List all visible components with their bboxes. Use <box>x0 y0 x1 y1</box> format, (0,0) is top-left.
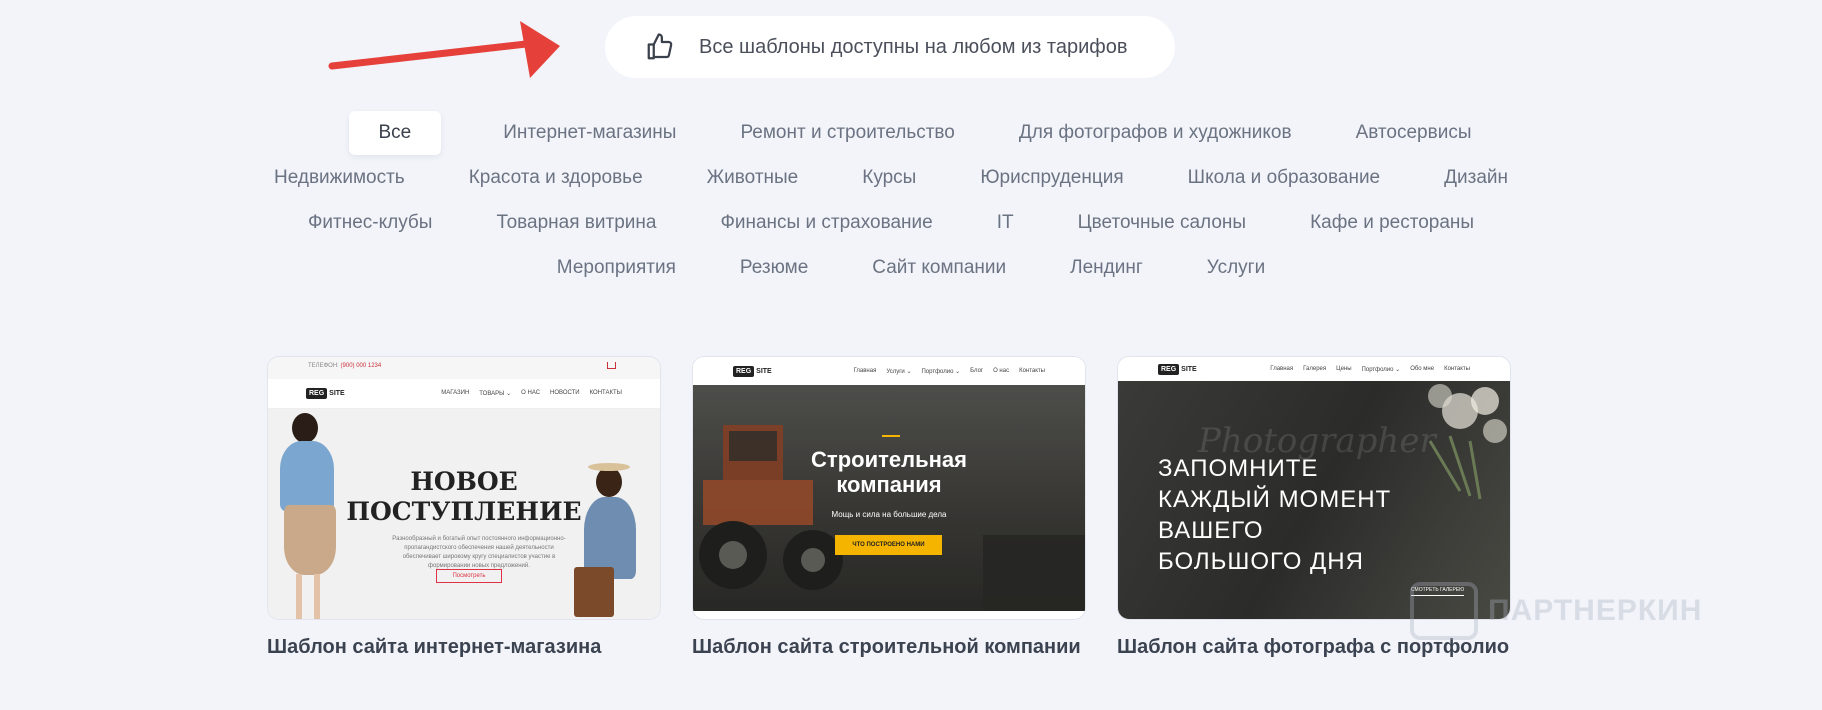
template-preview[interactable]: REG SITE Главная Галерея Цены Портфолио ⌄… <box>1117 356 1511 620</box>
template-preview[interactable]: ТЕЛЕФОН: (900) 000 1234 REG SITE МАГАЗИН … <box>267 356 661 620</box>
filter-events[interactable]: Мероприятия <box>555 257 678 279</box>
filter-company[interactable]: Сайт компании <box>870 257 1008 279</box>
preview-heading: НОВОЕ ПОСТУПЛЕНИЕ <box>346 467 582 526</box>
filter-finance[interactable]: Финансы и страхование <box>718 212 934 234</box>
template-cards: ТЕЛЕФОН: (900) 000 1234 REG SITE МАГАЗИН … <box>267 356 1511 659</box>
template-card-shop[interactable]: ТЕЛЕФОН: (900) 000 1234 REG SITE МАГАЗИН … <box>267 356 661 659</box>
filter-education[interactable]: Школа и образование <box>1186 167 1382 189</box>
filter-law[interactable]: Юриспруденция <box>978 167 1125 189</box>
template-card-construction[interactable]: REG SITE Главная Услуги ⌄ Портфолио ⌄ Бло… <box>692 356 1086 659</box>
watermark: ПАРТНЕРКИН <box>1410 582 1702 640</box>
filter-showcase[interactable]: Товарная витрина <box>494 212 658 234</box>
category-filters: Все Интернет-магазины Ремонт и строитель… <box>0 110 1822 290</box>
preview-menu: МАГАЗИН ТОВАРЫ ⌄ О НАС НОВОСТИ КОНТАКТЫ <box>441 390 622 397</box>
preview-phone: (900) 000 1234 <box>340 363 382 369</box>
filter-fitness[interactable]: Фитнес-клубы <box>306 212 435 234</box>
card-title[interactable]: Шаблон сайта интернет-магазина <box>267 636 661 659</box>
filter-all[interactable]: Все <box>348 110 442 155</box>
filter-realty[interactable]: Недвижимость <box>272 167 407 189</box>
filter-auto[interactable]: Автосервисы <box>1354 122 1474 144</box>
filter-animals[interactable]: Животные <box>705 167 801 189</box>
preview-button: Посмотреть <box>436 569 502 583</box>
thumbs-up-icon <box>645 32 675 62</box>
filter-row: Недвижимость Красота и здоровье Животные… <box>0 155 1822 200</box>
watermark-logo-icon <box>1410 582 1478 640</box>
preview-heading: Строительная компания <box>811 447 967 497</box>
filter-row: Мероприятия Резюме Сайт компании Лендинг… <box>0 245 1822 290</box>
preview-nav: REG SITE Главная Услуги ⌄ Портфолио ⌄ Бло… <box>693 357 1085 385</box>
filter-beauty[interactable]: Красота и здоровье <box>467 167 645 189</box>
watermark-text: ПАРТНЕРКИН <box>1488 594 1703 627</box>
preview-heading: ЗАПОМНИТЕ КАЖДЫЙ МОМЕНТ ВАШЕГО БОЛЬШОГО … <box>1158 455 1392 575</box>
filter-construction[interactable]: Ремонт и строительство <box>738 122 956 144</box>
filter-row: Фитнес-клубы Товарная витрина Финансы и … <box>0 200 1822 245</box>
preview-nav: REG SITE Главная Галерея Цены Портфолио ⌄… <box>1118 357 1510 381</box>
filter-cafe[interactable]: Кафе и рестораны <box>1308 212 1476 234</box>
filter-photographers[interactable]: Для фотографов и художников <box>1017 122 1294 144</box>
preview-subtext: Мощь и сила на большие дела <box>831 510 947 519</box>
filter-services[interactable]: Услуги <box>1205 257 1267 279</box>
filter-it[interactable]: IT <box>995 212 1016 234</box>
filter-row: Все Интернет-магазины Ремонт и строитель… <box>0 110 1822 155</box>
preview-hero: Строительная компания Мощь и сила на бол… <box>693 385 1085 611</box>
preview-phone-label: ТЕЛЕФОН: <box>308 363 341 369</box>
preview-logo: REG SITE <box>733 365 772 377</box>
filter-resume[interactable]: Резюме <box>738 257 810 279</box>
filter-courses[interactable]: Курсы <box>860 167 918 189</box>
banner-text: Все шаблоны доступны на любом из тарифов <box>699 35 1128 58</box>
filter-landing[interactable]: Лендинг <box>1068 257 1145 279</box>
red-arrow-icon <box>328 21 560 78</box>
preview-menu: Главная Услуги ⌄ Портфолио ⌄ Блог О нас … <box>853 367 1045 375</box>
cart-icon <box>607 362 616 369</box>
preview-topbar: ТЕЛЕФОН: (900) 000 1234 <box>268 357 660 379</box>
preview-logo: REG SITE <box>306 388 345 399</box>
preview-menu: Главная Галерея Цены Портфолио ⌄ Обо мне… <box>1270 365 1470 373</box>
preview-nav: REG SITE МАГАЗИН ТОВАРЫ ⌄ О НАС НОВОСТИ К… <box>268 379 660 409</box>
tariff-banner: Все шаблоны доступны на любом из тарифов <box>605 16 1175 78</box>
accent-line <box>882 435 900 437</box>
filter-design[interactable]: Дизайн <box>1442 167 1510 189</box>
bulldozer-image <box>693 385 1085 611</box>
preview-logo: REG SITE <box>1158 363 1197 375</box>
card-title[interactable]: Шаблон сайта строительной компании <box>692 636 1086 659</box>
filter-ecommerce[interactable]: Интернет-магазины <box>501 122 678 144</box>
preview-button: ЧТО ПОСТРОЕНО НАМИ <box>835 535 942 555</box>
filter-flowers[interactable]: Цветочные салоны <box>1076 212 1249 234</box>
preview-subtext: Разнообразный и богатый опыт постоянного… <box>392 536 566 569</box>
template-preview[interactable]: REG SITE Главная Услуги ⌄ Портфолио ⌄ Бло… <box>692 356 1086 620</box>
